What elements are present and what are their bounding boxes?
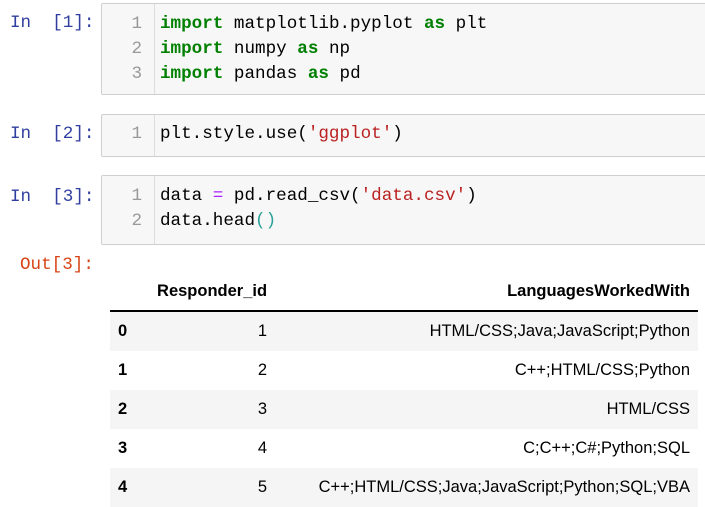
code-token: ) (392, 124, 403, 144)
input-prompt-1: In [1]: (10, 13, 95, 33)
code-line[interactable]: plt.style.use('ggplot') (160, 124, 403, 144)
table-cell: C;C++;C#;Python;SQL (523, 439, 690, 457)
line-number-gutter: 12 (102, 176, 155, 244)
code-line[interactable]: import pandas as pd (160, 64, 361, 84)
code-line[interactable]: import numpy as np (160, 39, 350, 59)
table-cell: 3 (257, 400, 268, 418)
table-cell: HTML/CSS;Java;JavaScript;Python (429, 322, 690, 340)
code-token: import (160, 39, 224, 59)
code-token: ) (466, 186, 477, 206)
column-header: Responder_id (157, 281, 268, 300)
code-token: import (160, 64, 224, 84)
code-line[interactable]: import matplotlib.pyplot as plt (160, 14, 487, 34)
code-token: plt.style.use( (160, 124, 308, 144)
table-cell: 2 (257, 361, 268, 379)
table-row: 2 3 HTML/CSS (110, 390, 698, 429)
table-row: 3 4 C;C++;C#;Python;SQL (110, 429, 698, 468)
line-number-gutter: 1 (102, 115, 155, 156)
table-cell: 1 (257, 322, 268, 340)
code-token: pd (328, 64, 361, 84)
code-token: 'data.csv' (360, 186, 467, 206)
code-cell-3[interactable]: 1 2 data = pd.read_csv('data.csv') data.hea… (101, 175, 705, 245)
dataframe-output: Responder_id LanguagesWorkedWith 0 1 HTML/… (110, 272, 698, 507)
code-token: pd.read_csv( (223, 186, 361, 206)
code-token: = (212, 186, 224, 206)
column-header: LanguagesWorkedWith (507, 281, 690, 300)
line-number: 2 (131, 39, 142, 59)
table-row: 1 2 C++;HTML/CSS;Python (110, 351, 698, 390)
table-row: 4 5 C++;HTML/CSS;Java;JavaScript;Python;SQ… (110, 468, 698, 507)
table-header-row: Responder_id LanguagesWorkedWith (110, 272, 698, 311)
code-token: import (160, 14, 224, 34)
column-header (110, 272, 137, 311)
line-number-gutter: 1 2 3 (102, 4, 155, 94)
code-line[interactable]: data = pd.read_csv('data.csv') (160, 186, 477, 206)
table-cell: C++;HTML/CSS;Python (514, 361, 690, 379)
code-token: matplotlib.pyplot (223, 14, 424, 34)
code-token: numpy (223, 39, 298, 59)
code-token: 'ggplot' (307, 124, 393, 144)
table-cell: HTML/CSS (606, 400, 690, 418)
code-cell-1[interactable]: 1 2 3 import matplotlib.pyplot as plt import… (101, 3, 705, 95)
table-row: 0 1 HTML/CSS;Java;JavaScript;Python (110, 311, 698, 351)
code-token: data.head (160, 211, 256, 231)
row-index: 1 (118, 361, 128, 379)
line-number: 1 (131, 186, 142, 206)
table-cell: 5 (257, 478, 268, 496)
code-token: as (423, 14, 446, 34)
input-prompt-3: In [3]: (10, 187, 95, 207)
code-token: () (255, 211, 277, 231)
code-token: as (307, 64, 329, 84)
line-number: 3 (131, 64, 142, 84)
line-number: 1 (131, 124, 142, 144)
code-cell-2[interactable]: 1 plt.style.use('ggplot') (101, 114, 705, 157)
row-index: 4 (118, 478, 128, 496)
row-index: 0 (118, 322, 128, 340)
code-line[interactable]: data.head() (160, 211, 276, 231)
row-index: 3 (118, 439, 128, 457)
code-token: pandas (223, 64, 308, 84)
line-number: 1 (131, 14, 142, 34)
code-token: data (160, 186, 213, 206)
table-cell: C++;HTML/CSS;Java;JavaScript;Python;SQL;… (318, 478, 690, 496)
code-token: np (318, 39, 351, 59)
input-prompt-2: In [2]: (10, 124, 95, 144)
output-prompt-3: Out[3]: (20, 255, 94, 275)
table-cell: 4 (257, 439, 268, 457)
code-token: plt (445, 14, 488, 34)
row-index: 2 (118, 400, 128, 418)
line-number: 2 (131, 211, 142, 231)
code-token: as (297, 39, 319, 59)
